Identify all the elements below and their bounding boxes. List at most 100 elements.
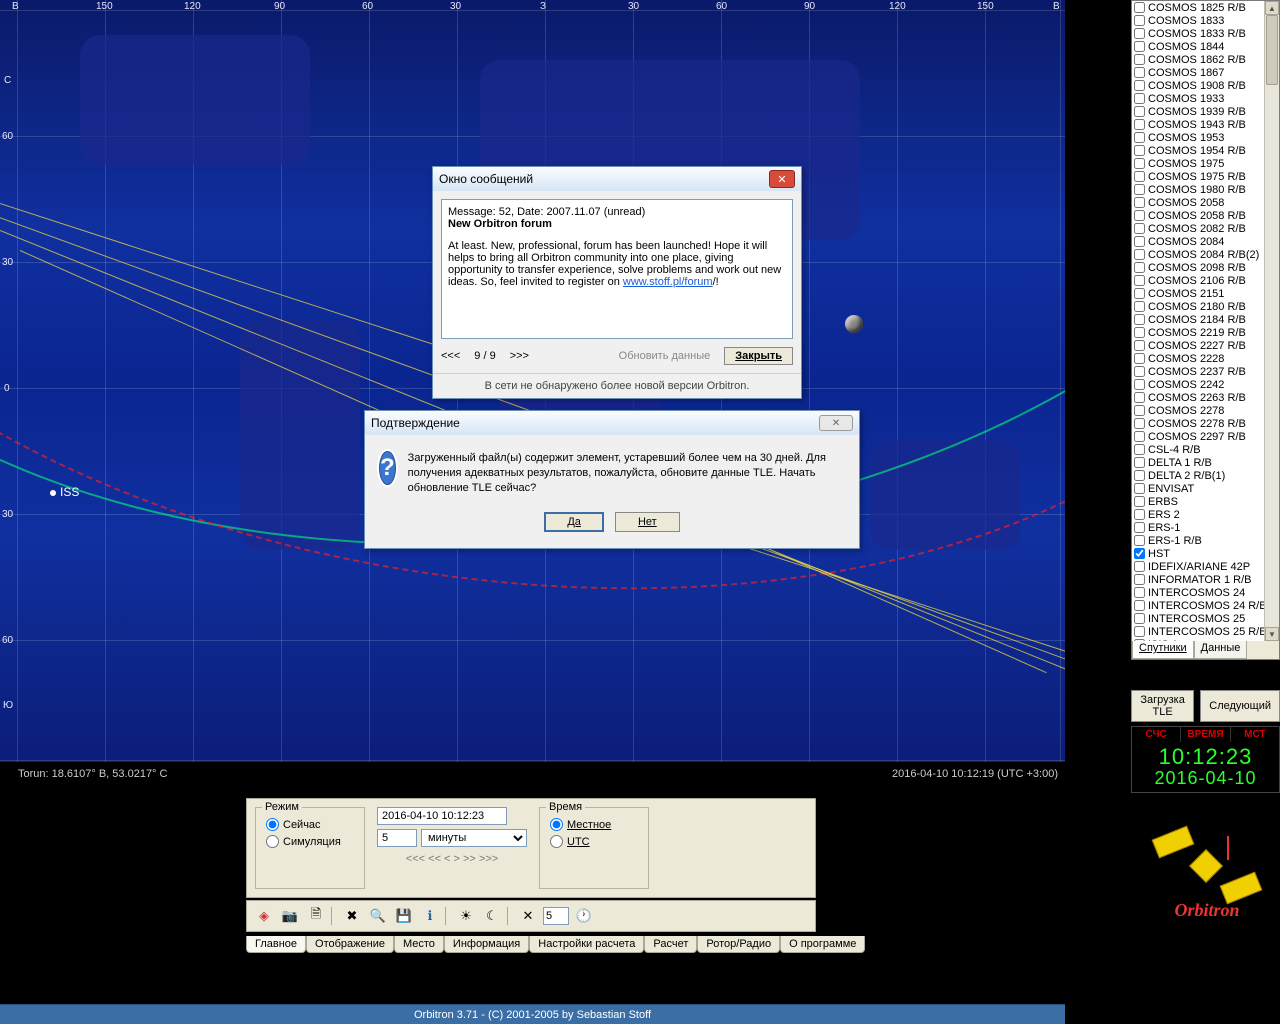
sat-checkbox[interactable] bbox=[1134, 54, 1145, 65]
mode-sim-radio[interactable] bbox=[266, 835, 279, 848]
tool-save-icon[interactable]: 💾 bbox=[393, 905, 415, 927]
nav-next[interactable]: >>> bbox=[510, 350, 529, 362]
sat-checkbox[interactable] bbox=[1134, 158, 1145, 169]
sat-item[interactable]: COSMOS 1833 R/B bbox=[1132, 27, 1279, 40]
sat-checkbox[interactable] bbox=[1134, 600, 1145, 611]
tab-информация[interactable]: Информация bbox=[444, 936, 529, 953]
sat-item[interactable]: CSL-4 R/B bbox=[1132, 443, 1279, 456]
sat-checkbox[interactable] bbox=[1134, 210, 1145, 221]
sat-item[interactable]: HST bbox=[1132, 547, 1279, 560]
tool-info-icon[interactable]: ℹ bbox=[419, 905, 441, 927]
sat-item[interactable]: COSMOS 2184 R/B bbox=[1132, 313, 1279, 326]
sat-item[interactable]: COSMOS 2058 R/B bbox=[1132, 209, 1279, 222]
sat-item[interactable]: COSMOS 1833 bbox=[1132, 14, 1279, 27]
sat-item[interactable]: COSMOS 1844 bbox=[1132, 40, 1279, 53]
tool-fullscreen-icon[interactable]: ✕ bbox=[517, 905, 539, 927]
sat-item[interactable]: COSMOS 2237 R/B bbox=[1132, 365, 1279, 378]
sat-checkbox[interactable] bbox=[1134, 301, 1145, 312]
sat-item[interactable]: COSMOS 1867 bbox=[1132, 66, 1279, 79]
sat-checkbox[interactable] bbox=[1134, 41, 1145, 52]
sat-item[interactable]: COSMOS 1862 R/B bbox=[1132, 53, 1279, 66]
sat-checkbox[interactable] bbox=[1134, 535, 1145, 546]
sat-item[interactable]: ERS 2 bbox=[1132, 508, 1279, 521]
scroll-down-button[interactable]: ▼ bbox=[1265, 627, 1279, 641]
sat-checkbox[interactable] bbox=[1134, 132, 1145, 143]
sat-checkbox[interactable] bbox=[1134, 67, 1145, 78]
tool-clock-icon[interactable]: 🕐 bbox=[573, 905, 595, 927]
sat-checkbox[interactable] bbox=[1134, 561, 1145, 572]
sat-item[interactable]: COSMOS 2227 R/B bbox=[1132, 339, 1279, 352]
tab-data[interactable]: Данные bbox=[1194, 641, 1248, 659]
sat-item[interactable]: COSMOS 1933 bbox=[1132, 92, 1279, 105]
sat-checkbox[interactable] bbox=[1134, 327, 1145, 338]
sat-checkbox[interactable] bbox=[1134, 223, 1145, 234]
sat-checkbox[interactable] bbox=[1134, 548, 1145, 559]
sat-checkbox[interactable] bbox=[1134, 15, 1145, 26]
sat-checkbox[interactable] bbox=[1134, 145, 1145, 156]
tool-globe-icon[interactable]: ◈ bbox=[253, 905, 275, 927]
sat-checkbox[interactable] bbox=[1134, 119, 1145, 130]
tab-отображение[interactable]: Отображение bbox=[306, 936, 394, 953]
sat-checkbox[interactable] bbox=[1134, 314, 1145, 325]
tool-settings-icon[interactable]: ✖ bbox=[341, 905, 363, 927]
time-nav[interactable]: <<< << < > >> >>> bbox=[377, 853, 527, 865]
sat-item[interactable]: COSMOS 2278 bbox=[1132, 404, 1279, 417]
sat-item[interactable]: INFORMATOR 1 R/B bbox=[1132, 573, 1279, 586]
sat-checkbox[interactable] bbox=[1134, 483, 1145, 494]
sat-checkbox[interactable] bbox=[1134, 509, 1145, 520]
sat-checkbox[interactable] bbox=[1134, 106, 1145, 117]
sat-item[interactable]: COSMOS 1908 R/B bbox=[1132, 79, 1279, 92]
time-local-radio[interactable] bbox=[550, 818, 563, 831]
satellite-list[interactable]: COSMOS 1825 R/BCOSMOS 1833COSMOS 1833 R/… bbox=[1132, 1, 1279, 641]
scroll-up-button[interactable]: ▲ bbox=[1265, 1, 1279, 15]
sat-checkbox[interactable] bbox=[1134, 236, 1145, 247]
sat-item[interactable]: COSMOS 2106 R/B bbox=[1132, 274, 1279, 287]
sat-checkbox[interactable] bbox=[1134, 80, 1145, 91]
sat-item[interactable]: INTERCOSMOS 25 R/B bbox=[1132, 625, 1279, 638]
sat-checkbox[interactable] bbox=[1134, 2, 1145, 13]
time-utc-radio[interactable] bbox=[550, 835, 563, 848]
sat-item[interactable]: COSMOS 1943 R/B bbox=[1132, 118, 1279, 131]
sat-item[interactable]: COSMOS 2242 bbox=[1132, 378, 1279, 391]
tab-ротор/радио[interactable]: Ротор/Радио bbox=[697, 936, 780, 953]
tool-copy-icon[interactable]: 🗎 bbox=[305, 905, 327, 927]
sat-item[interactable]: ERS-1 R/B bbox=[1132, 534, 1279, 547]
sat-item[interactable]: INTERCOSMOS 24 R/B bbox=[1132, 599, 1279, 612]
sat-item[interactable]: DELTA 2 R/B(1) bbox=[1132, 469, 1279, 482]
sat-checkbox[interactable] bbox=[1134, 418, 1145, 429]
load-tle-button[interactable]: Загрузка TLE bbox=[1131, 690, 1194, 722]
next-button[interactable]: Следующий bbox=[1200, 690, 1280, 722]
sat-item[interactable]: COSMOS 2180 R/B bbox=[1132, 300, 1279, 313]
sat-checkbox[interactable] bbox=[1134, 197, 1145, 208]
sat-item[interactable]: COSMOS 1825 R/B bbox=[1132, 1, 1279, 14]
sat-checkbox[interactable] bbox=[1134, 444, 1145, 455]
close-icon[interactable]: ✕ bbox=[819, 415, 853, 431]
sat-checkbox[interactable] bbox=[1134, 288, 1145, 299]
tab-расчет[interactable]: Расчет bbox=[644, 936, 697, 953]
toolbar-number-input[interactable] bbox=[543, 907, 569, 925]
sat-checkbox[interactable] bbox=[1134, 496, 1145, 507]
sat-checkbox[interactable] bbox=[1134, 574, 1145, 585]
sat-checkbox[interactable] bbox=[1134, 379, 1145, 390]
scroll-thumb[interactable] bbox=[1266, 15, 1278, 85]
close-icon[interactable]: ✕ bbox=[769, 170, 795, 188]
tool-search-icon[interactable]: 🔍 bbox=[367, 905, 389, 927]
sat-item[interactable]: COSMOS 2082 R/B bbox=[1132, 222, 1279, 235]
sat-item[interactable]: INTERCOSMOS 24 bbox=[1132, 586, 1279, 599]
sat-checkbox[interactable] bbox=[1134, 392, 1145, 403]
tab-главное[interactable]: Главное bbox=[246, 936, 306, 953]
sat-item[interactable]: COSMOS 1975 R/B bbox=[1132, 170, 1279, 183]
sat-item[interactable]: COSMOS 1953 bbox=[1132, 131, 1279, 144]
sat-checkbox[interactable] bbox=[1134, 353, 1145, 364]
sat-checkbox[interactable] bbox=[1134, 431, 1145, 442]
sat-checkbox[interactable] bbox=[1134, 171, 1145, 182]
sat-item[interactable]: COSMOS 2058 bbox=[1132, 196, 1279, 209]
tab-о-программе[interactable]: О программе bbox=[780, 936, 865, 953]
sat-checkbox[interactable] bbox=[1134, 470, 1145, 481]
tab-место[interactable]: Место bbox=[394, 936, 444, 953]
sat-checkbox[interactable] bbox=[1134, 93, 1145, 104]
no-button[interactable]: Нет bbox=[615, 512, 680, 532]
sat-item[interactable]: COSMOS 1939 R/B bbox=[1132, 105, 1279, 118]
yes-button[interactable]: Да bbox=[544, 512, 604, 532]
sat-item[interactable]: DELTA 1 R/B bbox=[1132, 456, 1279, 469]
